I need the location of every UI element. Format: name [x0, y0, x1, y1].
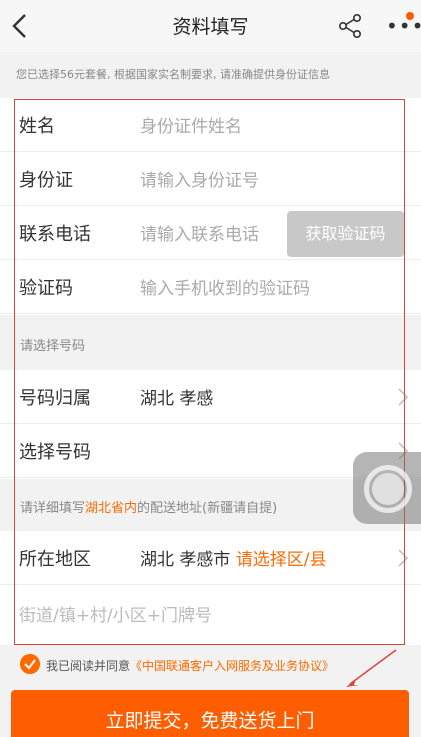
code-label: 验证码 — [19, 278, 73, 299]
submit-button[interactable]: 立即提交，免费送货上门 — [11, 690, 409, 737]
number-region-label: 号码归属 — [19, 388, 91, 409]
area-row[interactable]: 所在地区 湖北 孝感市 请选择区/县 — [0, 531, 421, 585]
area-value: 湖北 孝感市 请选择区/县 — [140, 550, 327, 570]
name-label: 姓名 — [19, 116, 55, 137]
address-section-title: 请详细填写湖北省内的配送地址(新疆请自提) — [20, 501, 278, 516]
chevron-right-icon — [398, 388, 409, 406]
assistive-touch-button[interactable] — [353, 452, 421, 524]
select-number-label: 选择号码 — [19, 442, 91, 463]
info-form: 姓名 身份证件姓名 身份证 请输入身份证号 联系电话 请输入联系电话 验证码 输… — [0, 98, 421, 645]
notification-dot — [406, 12, 414, 20]
street-address-input[interactable]: 街道/镇+村/小区+门牌号 — [19, 601, 212, 626]
checkmark-icon[interactable] — [20, 654, 40, 674]
agreement-link[interactable]: 《中国联通客户入网服务及业务协议》 — [130, 659, 334, 673]
more-dots-icon: ••• — [386, 14, 421, 38]
realname-notice: 您已选择56元套餐, 根据国家实名制要求, 请准确提供身份证信息 — [16, 68, 330, 81]
code-row[interactable]: 验证码 输入手机收到的验证码 — [0, 260, 421, 314]
area-label: 所在地区 — [19, 549, 91, 570]
chevron-right-icon — [398, 549, 409, 567]
number-section-header: 请选择号码 — [0, 315, 421, 370]
more-menu-button[interactable]: ••• — [386, 12, 421, 40]
number-region-value: 湖北 孝感 — [140, 389, 214, 409]
id-label: 身份证 — [19, 170, 73, 191]
district-select[interactable]: 请选择区/县 — [236, 550, 327, 570]
number-section-title: 请选择号码 — [20, 339, 86, 354]
phone-label: 联系电话 — [19, 224, 91, 245]
agreement-text: 我已阅读并同意《中国联通客户入网服务及业务协议》 — [46, 659, 335, 673]
number-region-row[interactable]: 号码归属 湖北 孝感 — [0, 370, 421, 424]
province-highlight: 湖北省内 — [85, 501, 138, 516]
verification-code-input[interactable]: 输入手机收到的验证码 — [140, 274, 310, 299]
phone-input[interactable]: 请输入联系电话 — [140, 220, 259, 245]
get-verification-code-button[interactable]: 获取验证码 — [287, 211, 404, 257]
name-row[interactable]: 姓名 身份证件姓名 — [0, 98, 421, 152]
street-row[interactable]: 街道/镇+村/小区+门牌号 — [0, 586, 421, 640]
id-row[interactable]: 身份证 请输入身份证号 — [0, 152, 421, 206]
share-icon[interactable] — [337, 13, 363, 39]
header-bar: 资料填写 ••• — [0, 0, 421, 52]
id-number-input[interactable]: 请输入身份证号 — [140, 166, 259, 191]
assistive-core-icon — [372, 473, 404, 505]
annotation-arrow-icon — [346, 649, 397, 687]
name-input[interactable]: 身份证件姓名 — [140, 112, 242, 137]
